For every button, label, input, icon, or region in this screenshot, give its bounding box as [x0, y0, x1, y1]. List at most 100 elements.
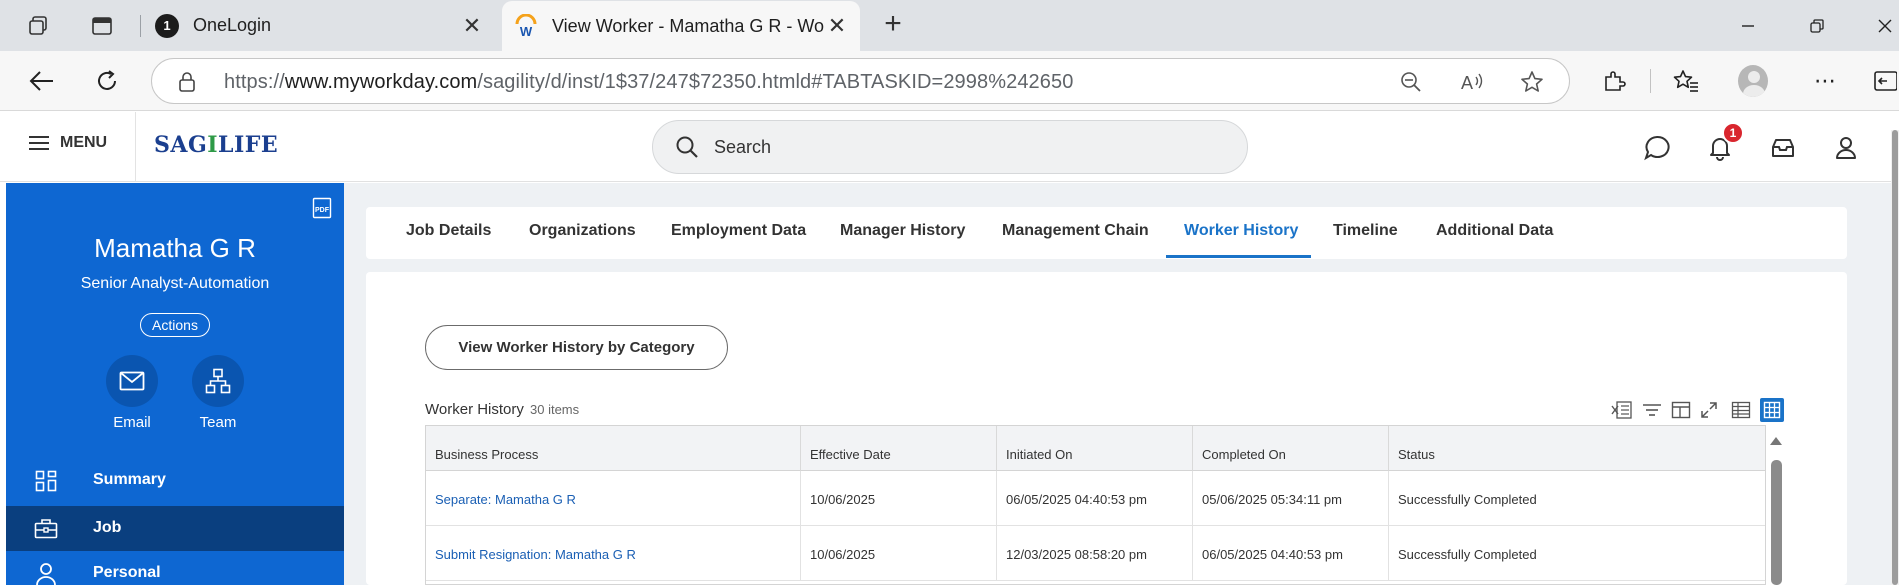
close-tab-icon[interactable]: ✕: [824, 13, 850, 39]
search-input[interactable]: Search: [652, 120, 1248, 174]
search-placeholder: Search: [714, 137, 772, 157]
tab-manager-history[interactable]: Manager History: [840, 222, 965, 240]
worker-history-table: Business Process Effective Date Initiate…: [425, 425, 1766, 585]
section-title: Worker History: [425, 401, 524, 418]
export-excel-icon[interactable]: [1610, 398, 1634, 422]
sidebar-item-personal[interactable]: Personal: [6, 551, 344, 585]
status-cell: Successfully Completed: [1389, 471, 1765, 526]
team-label: Team: [199, 414, 237, 431]
menu-label: MENU: [60, 134, 108, 151]
tab-actions-icon[interactable]: [88, 12, 116, 40]
tab-employment-data[interactable]: Employment Data: [671, 222, 806, 240]
user-profile-icon[interactable]: [1831, 134, 1861, 162]
close-window-icon[interactable]: [1870, 12, 1899, 40]
chat-icon[interactable]: [1642, 134, 1672, 162]
person-icon: [34, 562, 58, 585]
active-tab-indicator: [1166, 255, 1311, 258]
logo-text-end: LIFE: [218, 132, 279, 158]
minimize-icon[interactable]: [1733, 12, 1763, 40]
hamburger-icon: [29, 136, 49, 150]
workday-icon: W: [514, 14, 538, 38]
table-cell: 12/03/2025 08:58:20 pm: [997, 526, 1193, 581]
search-icon: [675, 135, 699, 164]
tab-title: View Worker - Mamatha G R - Wo: [552, 15, 824, 36]
inbox-icon[interactable]: [1768, 134, 1798, 162]
extensions-icon[interactable]: [1599, 66, 1629, 96]
browser-tab-strip: 1 OneLogin ✕ W View Worker - Mamatha G R…: [0, 0, 1899, 51]
tab-additional-data[interactable]: Additional Data: [1436, 222, 1553, 240]
url-text[interactable]: https://www.myworkday.com/sagility/d/ins…: [224, 71, 1073, 94]
favorite-star-icon[interactable]: [1518, 69, 1546, 95]
column-header-status[interactable]: Status: [1389, 426, 1765, 471]
profile-avatar: [1738, 65, 1768, 97]
refresh-icon[interactable]: [92, 66, 122, 96]
org-chart-icon: [205, 368, 231, 394]
tab-organizations[interactable]: Organizations: [529, 222, 636, 240]
back-arrow-icon[interactable]: [27, 66, 57, 96]
menu-button[interactable]: MENU: [28, 134, 107, 152]
tab-management-chain[interactable]: Management Chain: [1002, 222, 1149, 240]
sidebar-toggle-icon[interactable]: [1870, 66, 1899, 96]
logo-text-start: SAG: [154, 132, 208, 158]
column-header-business-process[interactable]: Business Process: [426, 426, 801, 471]
scroll-up-arrow-icon[interactable]: [1770, 437, 1782, 445]
column-header-completed-on[interactable]: Completed On: [1193, 426, 1389, 471]
table-scroll-thumb[interactable]: [1771, 460, 1782, 585]
grid-icon: [34, 469, 58, 493]
actions-button[interactable]: Actions: [140, 313, 210, 337]
sidebar-item-job[interactable]: Job: [6, 506, 344, 551]
fullscreen-icon[interactable]: [1697, 398, 1721, 422]
read-aloud-icon[interactable]: A: [1458, 69, 1486, 95]
sidebar-item-summary[interactable]: Summary: [6, 458, 344, 503]
profile-avatar-icon[interactable]: [1738, 65, 1768, 97]
browser-toolbar: https://www.myworkday.com/sagility/d/ins…: [0, 51, 1899, 111]
worker-sidebar: PDF Mamatha G R Senior Analyst-Automatio…: [6, 183, 344, 585]
svg-text:A: A: [1461, 73, 1473, 93]
toolbar-separator: [1650, 69, 1651, 93]
onelogin-icon: 1: [155, 13, 179, 38]
close-tab-icon[interactable]: ✕: [459, 13, 485, 39]
grid-view-icon[interactable]: [1760, 398, 1784, 422]
svg-text:PDF: PDF: [315, 207, 330, 214]
more-options-icon[interactable]: ⋯: [1810, 66, 1840, 96]
business-process-link[interactable]: Separate: Mamatha G R: [426, 471, 801, 526]
pdf-icon[interactable]: PDF: [312, 197, 332, 224]
tab-separator: [140, 15, 141, 37]
notification-count-badge: 1: [1722, 122, 1744, 144]
new-tab-button[interactable]: +: [878, 9, 908, 40]
email-label: Email: [113, 414, 151, 431]
column-header-initiated-on[interactable]: Initiated On: [997, 426, 1193, 471]
table-cell: 06/05/2025 04:40:53 pm: [1193, 526, 1389, 581]
table-view-icon[interactable]: [1729, 398, 1753, 422]
lock-icon[interactable]: [178, 71, 196, 98]
sidebar-item-label: Job: [93, 519, 122, 536]
table-cell: 10/06/2025: [801, 526, 997, 581]
favorites-icon[interactable]: [1671, 66, 1701, 96]
page-scroll-thumb[interactable]: [1892, 130, 1898, 585]
workspaces-icon[interactable]: [24, 12, 52, 40]
page-scrollbar[interactable]: [1891, 130, 1899, 585]
company-logo[interactable]: SAGILIFE: [154, 132, 278, 158]
restore-icon[interactable]: [1802, 12, 1832, 40]
filter-icon[interactable]: [1640, 398, 1664, 422]
address-bar[interactable]: https://www.myworkday.com/sagility/d/ins…: [151, 58, 1570, 104]
tab-timeline[interactable]: Timeline: [1333, 222, 1398, 240]
sidebar-item-label: Summary: [93, 471, 166, 488]
logo-text-mark: I: [207, 132, 219, 158]
zoom-out-icon[interactable]: [1397, 69, 1425, 95]
tab-view-worker[interactable]: W View Worker - Mamatha G R - Wo ✕: [502, 1, 860, 51]
sidebar-item-label: Personal: [93, 564, 161, 581]
view-by-category-button[interactable]: View Worker History by Category: [425, 325, 728, 370]
briefcase-icon: [34, 517, 58, 541]
team-button[interactable]: [192, 355, 244, 407]
tab-title: OneLogin: [193, 15, 272, 35]
column-layout-icon[interactable]: [1669, 398, 1693, 422]
tab-onelogin[interactable]: 1 OneLogin ✕: [143, 0, 495, 51]
email-button[interactable]: [106, 355, 158, 407]
worker-name: Mamatha G R: [94, 233, 256, 263]
header-divider: [135, 112, 136, 182]
tab-job-details[interactable]: Job Details: [406, 222, 491, 240]
column-header-effective-date[interactable]: Effective Date: [801, 426, 997, 471]
business-process-link[interactable]: Submit Resignation: Mamatha G R: [426, 526, 801, 581]
tab-worker-history[interactable]: Worker History: [1184, 222, 1298, 240]
